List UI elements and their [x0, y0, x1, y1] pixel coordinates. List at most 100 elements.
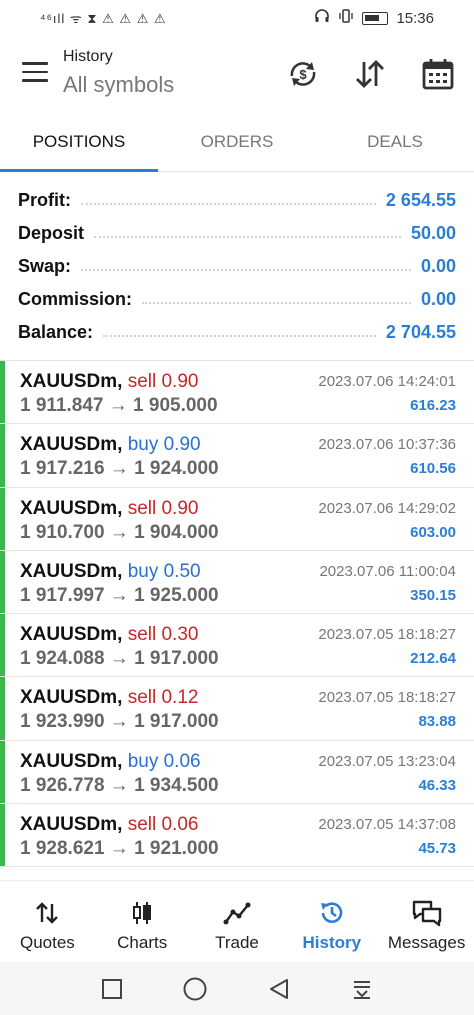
- deal-symbol-line: XAUUSDm, sell 0.12: [20, 687, 198, 709]
- deal-row[interactable]: XAUUSDm, buy 0.90 1 917.216 → 1 924.000 …: [0, 424, 474, 488]
- sort-icon[interactable]: [352, 56, 388, 92]
- tab-orders[interactable]: ORDERS: [158, 116, 316, 171]
- deal-time: 2023.07.05 18:18:27: [318, 689, 456, 707]
- deal-symbol: XAUUSDm,: [20, 560, 123, 582]
- deals-list: XAUUSDm, sell 0.90 1 911.847 → 1 905.000…: [0, 361, 474, 868]
- vibrate-icon: [338, 8, 354, 28]
- summary-balance: Balance: 2 704.55: [0, 316, 474, 349]
- deal-row[interactable]: XAUUSDm, buy 0.50 1 917.997 → 1 925.000 …: [0, 550, 474, 615]
- dotted-leader: [142, 296, 411, 304]
- summary-label: Deposit: [18, 223, 85, 243]
- summary-label: Swap:: [18, 256, 72, 276]
- nav-trade[interactable]: Trade: [190, 881, 285, 960]
- deal-symbol: XAUUSDm,: [20, 687, 123, 709]
- deal-symbol-line: XAUUSDm, buy 0.50: [20, 561, 201, 583]
- system-navigation: [0, 962, 474, 1015]
- summary-swap: Swap: 0.00: [0, 250, 474, 283]
- nav-quotes[interactable]: Quotes: [0, 881, 95, 960]
- dotted-leader: [81, 263, 411, 271]
- summary-value: 0.00: [420, 289, 456, 309]
- status-right: 15:36: [314, 8, 434, 28]
- home-icon[interactable]: [181, 975, 209, 1003]
- deal-prices: 1 917.216 → 1 924.000: [20, 458, 219, 480]
- recent-apps-icon[interactable]: [98, 975, 126, 1003]
- deal-row[interactable]: XAUUSDm, sell 0.90 1 910.700 → 1 904.000…: [0, 487, 474, 551]
- page-title[interactable]: All symbols: [63, 72, 174, 98]
- deal-time: 2023.07.06 10:37:36: [318, 436, 456, 454]
- profit-indicator: [0, 424, 5, 487]
- sync-currency-icon[interactable]: $: [285, 56, 321, 92]
- dotted-leader: [103, 329, 376, 337]
- profit-indicator: [0, 550, 5, 614]
- deal-time: 2023.07.05 14:37:08: [318, 816, 456, 834]
- nav-history[interactable]: History: [284, 881, 379, 960]
- profit-indicator: [0, 804, 5, 867]
- deal-profit: 212.64: [410, 650, 456, 668]
- deal-prices: 1 917.997 → 1 925.000: [20, 584, 219, 606]
- profit-indicator: [0, 614, 5, 677]
- tab-positions[interactable]: POSITIONS: [0, 116, 158, 172]
- dotted-leader: [81, 197, 376, 205]
- deal-symbol: XAUUSDm,: [20, 750, 123, 772]
- svg-text:$: $: [299, 67, 307, 82]
- deal-side-volume: sell 0.90: [127, 371, 199, 392]
- nav-charts[interactable]: Charts: [95, 881, 190, 960]
- deal-symbol-line: XAUUSDm, sell 0.30: [20, 624, 198, 646]
- profit-indicator: [0, 487, 5, 550]
- summary-value: 2 654.55: [385, 190, 456, 210]
- summary-value: 2 704.55: [385, 322, 456, 342]
- nav-label: History: [302, 933, 362, 952]
- deal-symbol-line: XAUUSDm, buy 0.90: [20, 434, 201, 456]
- deal-profit: 603.00: [410, 523, 456, 541]
- nav-label: Messages: [387, 933, 466, 952]
- deal-time: 2023.07.06 14:29:02: [318, 499, 456, 517]
- charts-icon: [95, 899, 190, 927]
- summary-label: Commission:: [18, 289, 133, 309]
- app-header: History All symbols $: [0, 36, 474, 116]
- deal-row[interactable]: XAUUSDm, sell 0.90 1 911.847 → 1 905.000…: [0, 361, 474, 425]
- deal-profit: 610.56: [410, 460, 456, 478]
- deal-time: 2023.07.05 18:18:27: [318, 626, 456, 644]
- nav-label: Charts: [117, 933, 168, 952]
- nav-label: Trade: [215, 933, 259, 952]
- deal-time: 2023.07.05 13:23:04: [318, 752, 456, 770]
- deal-row[interactable]: XAUUSDm, sell 0.12 1 923.990 → 1 917.000…: [0, 677, 474, 741]
- battery-icon: [362, 11, 389, 25]
- menu-icon[interactable]: [22, 62, 50, 84]
- quotes-icon: [0, 899, 95, 927]
- trade-icon: [190, 899, 285, 927]
- deal-symbol-line: XAUUSDm, sell 0.90: [20, 371, 198, 393]
- tab-deals[interactable]: DEALS: [316, 116, 474, 171]
- deal-symbol: XAUUSDm,: [20, 814, 123, 836]
- deal-time: 2023.07.06 11:00:04: [319, 562, 456, 580]
- history-tabs: POSITIONS ORDERS DEALS: [0, 116, 474, 172]
- summary-label: Balance:: [18, 322, 94, 342]
- deal-side-volume: buy 0.50: [127, 560, 201, 582]
- deal-prices: 1 910.700 → 1 904.000: [20, 521, 219, 543]
- deal-row[interactable]: XAUUSDm, sell 0.30 1 924.088 → 1 917.000…: [0, 614, 474, 678]
- deal-row[interactable]: XAUUSDm, buy 0.06 1 926.778 → 1 934.500 …: [0, 740, 474, 805]
- deal-side-volume: sell 0.06: [127, 814, 199, 836]
- bottom-navigation: Quotes Charts Trade History Messages: [0, 880, 474, 960]
- calendar-icon[interactable]: [420, 56, 456, 92]
- deal-side-volume: buy 0.06: [127, 750, 201, 772]
- status-bar: ⁴⁶ıll ᯤ ⧗ ⚠ ⚠ ⚠ ⚠ 15:36: [0, 0, 474, 36]
- nav-label: Quotes: [19, 933, 75, 952]
- profit-indicator: [0, 740, 5, 804]
- deal-symbol: XAUUSDm,: [20, 624, 123, 646]
- deal-prices: 1 911.847 → 1 905.000: [20, 395, 218, 416]
- deal-prices: 1 923.990 → 1 917.000: [20, 711, 219, 733]
- deal-symbol-line: XAUUSDm, sell 0.90: [20, 498, 198, 520]
- nav-messages[interactable]: Messages: [379, 881, 474, 960]
- deal-side-volume: buy 0.90: [127, 434, 201, 456]
- summary-deposit: Deposit 50.00: [0, 217, 474, 250]
- profit-indicator: [0, 361, 5, 424]
- deal-row[interactable]: XAUUSDm, sell 0.06 1 928.621 → 1 921.000…: [0, 804, 474, 868]
- deal-prices: 1 924.088 → 1 917.000: [20, 648, 219, 670]
- deal-symbol: XAUUSDm,: [20, 497, 123, 519]
- history-icon: [284, 899, 379, 927]
- deal-side-volume: sell 0.90: [127, 497, 199, 519]
- back-icon[interactable]: [265, 975, 293, 1003]
- deal-symbol-line: XAUUSDm, buy 0.06: [20, 751, 201, 773]
- notification-drawer-icon[interactable]: [348, 975, 376, 1003]
